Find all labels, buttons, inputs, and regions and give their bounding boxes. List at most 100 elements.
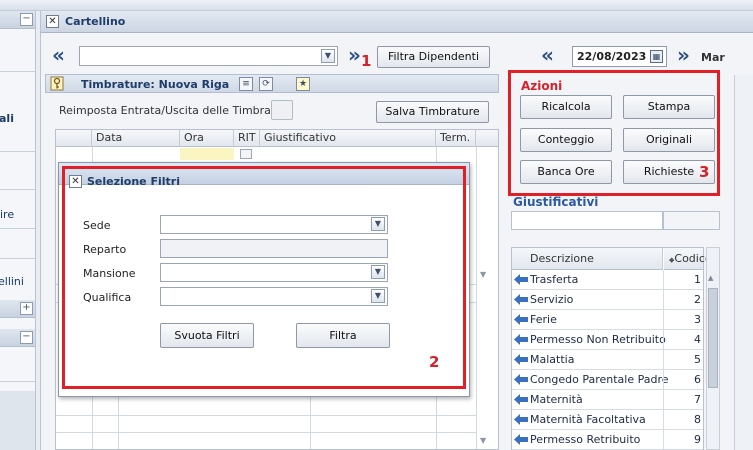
row-description: Maternità Facoltativa <box>530 413 646 426</box>
column-separator <box>663 410 664 430</box>
collapse-button[interactable]: − <box>20 13 33 26</box>
date-value: 22/08/2023 <box>577 50 647 63</box>
chevron-down-icon[interactable]: ▼ <box>321 49 335 63</box>
row-description: Congedo Parentale Padre <box>530 373 669 386</box>
table-row[interactable]: Permesso Retribuito 9 <box>512 430 703 450</box>
column-separator <box>663 330 664 350</box>
column-separator <box>663 350 664 370</box>
nav-item-fragment[interactable]: ali <box>0 112 14 125</box>
close-icon[interactable]: ✕ <box>46 15 59 28</box>
table-row[interactable]: Trasferta 1 <box>512 270 703 290</box>
arrow-left-icon[interactable] <box>514 394 528 405</box>
reset-toggle[interactable] <box>271 100 293 120</box>
nav-divider <box>0 71 35 72</box>
arrow-left-icon[interactable] <box>514 314 528 325</box>
table-row[interactable]: Maternità Facoltativa 8 <box>512 410 703 430</box>
grid-line <box>476 147 477 449</box>
giustificativi-search-field[interactable] <box>511 211 663 230</box>
refresh-icon[interactable]: ⟳ <box>259 77 273 91</box>
row-code: 6 <box>694 373 701 386</box>
arrow-left-icon[interactable] <box>514 434 528 445</box>
date-field[interactable]: 22/08/2023 ▦ <box>572 46 667 67</box>
arrow-left-icon[interactable] <box>514 354 528 365</box>
annotation-number-3: 3 <box>699 163 710 181</box>
nav-divider <box>0 228 35 229</box>
annotation-box-azioni <box>508 70 720 196</box>
column-separator <box>663 430 664 450</box>
grid-header-data[interactable]: Data <box>92 130 180 147</box>
right-edge-panel <box>734 75 753 450</box>
scroll-up-icon[interactable]: ▲ <box>708 274 713 282</box>
day-label: Mar <box>701 51 725 64</box>
scroll-down-icon[interactable]: ▼ <box>480 270 486 279</box>
giustificativi-title: Giustificativi <box>513 195 599 209</box>
annotation-number-2: 2 <box>429 353 440 371</box>
reset-label: Reimposta Entrata/Uscita delle Timbratur… <box>59 104 294 117</box>
grid-header-blank <box>476 130 498 147</box>
previous-date-icon[interactable]: « <box>541 45 554 65</box>
table-row[interactable]: Servizio 2 <box>512 290 703 310</box>
grid-header-descrizione[interactable]: Descrizione <box>512 248 663 270</box>
nav-footer <box>0 391 35 450</box>
table-row[interactable]: Maternità 7 <box>512 390 703 410</box>
panel-title: Cartellino <box>65 15 126 28</box>
grid-line <box>56 415 476 416</box>
grid-header-blank <box>56 130 92 147</box>
column-separator <box>663 270 664 290</box>
calendar-icon[interactable]: ▦ <box>650 50 663 63</box>
arrow-left-icon[interactable] <box>514 334 528 345</box>
filter-employees-button[interactable]: Filtra Dipendenti <box>377 46 490 68</box>
grid-header-rit[interactable]: RIT <box>234 130 260 147</box>
row-code: 7 <box>694 393 701 406</box>
rit-checkbox[interactable] <box>240 149 252 159</box>
scroll-down-icon[interactable]: ▼ <box>480 436 486 445</box>
next-employee-icon[interactable]: » <box>348 45 361 65</box>
row-code: 9 <box>694 433 701 446</box>
document-icon[interactable]: ≡ <box>239 77 253 91</box>
grid-header-ora[interactable]: Ora <box>180 130 234 147</box>
row-description: Servizio <box>530 293 574 306</box>
left-navigation-panel: − ali ire ellini + − <box>0 11 36 450</box>
top-strip <box>0 0 753 11</box>
arrow-left-icon[interactable] <box>514 274 528 285</box>
table-row[interactable]: Permesso Non Retribuito 4 <box>512 330 703 350</box>
row-description: Permesso Retribuito <box>530 433 641 446</box>
arrow-left-icon[interactable] <box>514 294 528 305</box>
grid-header-codice[interactable]: ◆Codice <box>664 248 712 270</box>
collapse-button[interactable]: − <box>20 331 33 344</box>
row-description: Trasferta <box>530 273 579 286</box>
nav-divider <box>0 151 35 152</box>
scrollbar-thumb[interactable] <box>708 288 718 388</box>
table-row[interactable]: Congedo Parentale Padre 6 <box>512 370 703 390</box>
timbrature-section-bar: Timbrature: Nuova Riga ≡ ⟳ ★ <box>45 74 499 93</box>
row-description: Maternità <box>530 393 583 406</box>
giustificativi-scrollbar[interactable]: ▲ <box>706 247 720 450</box>
key-icon <box>50 76 64 91</box>
table-row[interactable]: Malattia 5 <box>512 350 703 370</box>
row-description: Permesso Non Retribuito <box>530 333 666 346</box>
expand-button[interactable]: + <box>20 302 33 315</box>
arrow-left-icon[interactable] <box>514 374 528 385</box>
grid-header-term[interactable]: Term. <box>436 130 476 147</box>
left-panel-header: − <box>0 11 35 29</box>
previous-employee-icon[interactable]: « <box>52 45 65 65</box>
table-row[interactable]: Ferie 3 <box>512 310 703 330</box>
giustificativi-code-field[interactable] <box>663 211 720 230</box>
nav-item-fragment[interactable]: ire <box>0 208 14 221</box>
section-title: Timbrature: Nuova Riga <box>81 78 230 91</box>
nav-item-fragment[interactable]: ellini <box>0 275 24 288</box>
left-panel-section-header: − <box>0 329 35 347</box>
employee-select[interactable]: ▼ <box>79 46 338 66</box>
save-timbrature-button[interactable]: Salva Timbrature <box>376 101 489 123</box>
next-date-icon[interactable]: » <box>677 45 690 65</box>
row-code: 4 <box>694 333 701 346</box>
arrow-left-icon[interactable] <box>514 414 528 425</box>
star-icon[interactable]: ★ <box>296 77 310 91</box>
grid-header-giustificativo[interactable]: Giustificativo <box>260 130 436 147</box>
column-separator <box>663 290 664 310</box>
editing-cell[interactable] <box>180 148 234 160</box>
grid-line <box>56 432 476 433</box>
annotation-box-filtri <box>62 166 466 389</box>
row-code: 8 <box>694 413 701 426</box>
annotation-number-1: 1 <box>361 52 372 70</box>
